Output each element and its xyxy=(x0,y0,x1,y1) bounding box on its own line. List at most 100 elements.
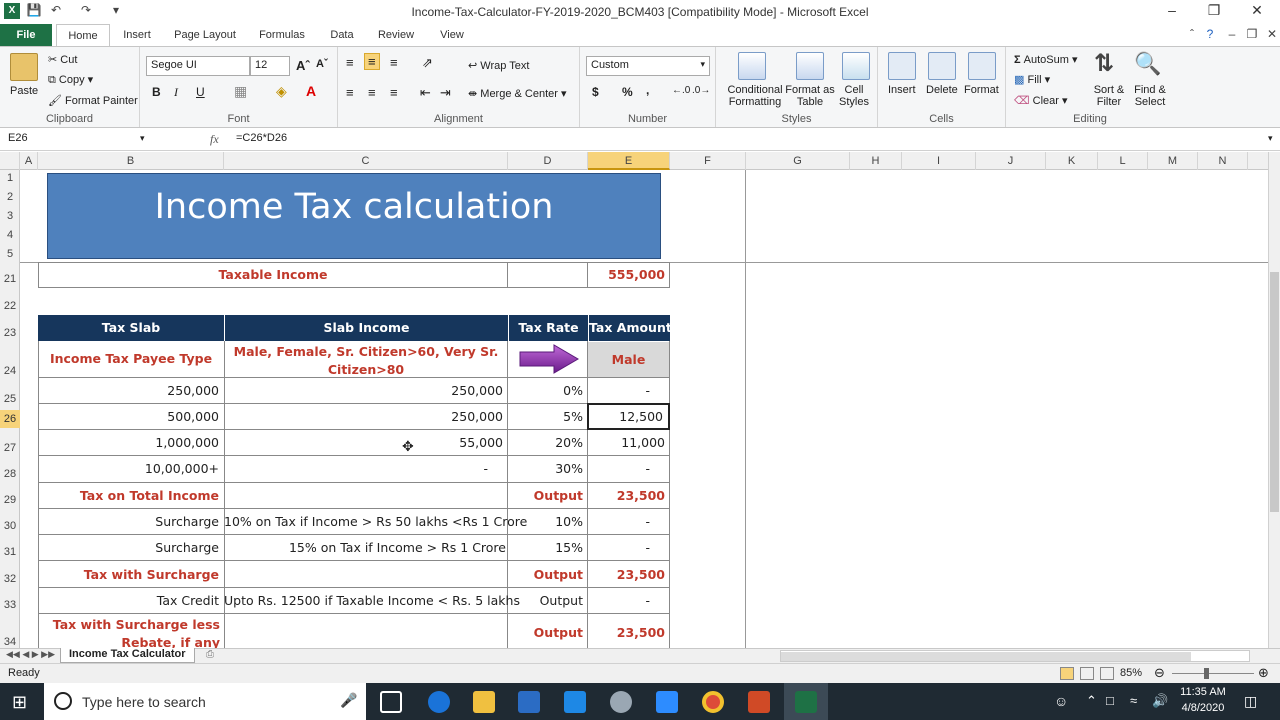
vertical-scrollbar[interactable] xyxy=(1268,152,1280,648)
task-view-icon[interactable] xyxy=(380,691,402,713)
italic-button[interactable]: I xyxy=(174,85,178,100)
zoom-app-icon[interactable] xyxy=(656,691,678,713)
align-left-icon[interactable]: ≡ xyxy=(346,85,354,100)
tab-view[interactable]: View xyxy=(430,24,474,46)
sort-filter-button[interactable]: Sort & Filter xyxy=(1086,84,1132,108)
increase-indent-icon[interactable]: ⇥ xyxy=(440,85,451,101)
font-size-select[interactable]: 12 xyxy=(250,56,290,76)
worksheet-grid[interactable]: 1 2 3 4 5 21 22 23 24 25 26 27 28 29 30 … xyxy=(0,170,1268,648)
tab-review[interactable]: Review xyxy=(372,24,420,46)
format-as-table-button[interactable]: Format as Table xyxy=(784,84,836,108)
orientation-icon[interactable]: ⇗ xyxy=(422,55,433,71)
row-header[interactable]: 34 xyxy=(0,636,20,648)
row-header[interactable]: 28 xyxy=(0,468,20,480)
clock-date[interactable]: 4/8/2020 xyxy=(1177,702,1229,714)
fill-color-icon[interactable]: ◈ xyxy=(276,83,287,100)
surcharge-rate[interactable]: 15% xyxy=(508,540,588,555)
column-header[interactable]: I xyxy=(902,152,976,170)
row-header[interactable]: 23 xyxy=(0,327,20,339)
format-button[interactable]: Format xyxy=(964,84,999,96)
total-tax-amount[interactable]: 23,500 xyxy=(588,488,670,503)
name-box[interactable]: E26 xyxy=(4,130,148,150)
store-icon[interactable] xyxy=(518,691,540,713)
row-header[interactable]: 30 xyxy=(0,520,20,532)
select-all-corner[interactable] xyxy=(0,152,20,170)
slab-cell[interactable]: 250,000 xyxy=(38,383,224,398)
page-break-view-icon[interactable] xyxy=(1100,667,1114,680)
row-header[interactable]: 32 xyxy=(0,573,20,585)
slab-rate-cell[interactable]: 30% xyxy=(508,461,588,476)
top-align-icon[interactable]: ≡ xyxy=(346,55,354,70)
row-header[interactable]: 33 xyxy=(0,599,20,611)
row-header[interactable]: 1 xyxy=(0,172,20,184)
row-header[interactable]: 22 xyxy=(0,300,20,312)
bottom-align-icon[interactable]: ≡ xyxy=(390,55,398,70)
row-header-selected[interactable]: 26 xyxy=(0,410,20,428)
delete-button[interactable]: Delete xyxy=(926,84,958,96)
excel-taskbar-active[interactable] xyxy=(784,683,828,720)
slab-rate-cell[interactable]: 5% xyxy=(508,409,588,424)
volume-icon[interactable]: 🔊 xyxy=(1152,693,1168,709)
wrap-text-button[interactable]: ↩ Wrap Text xyxy=(468,59,529,72)
column-header[interactable]: J xyxy=(976,152,1046,170)
file-explorer-icon[interactable] xyxy=(473,691,495,713)
decrease-decimal-icon[interactable]: .0→ xyxy=(692,85,710,96)
insert-button[interactable]: Insert xyxy=(888,84,916,96)
column-header[interactable]: B xyxy=(38,152,224,170)
clock-time[interactable]: 11:35 AM xyxy=(1177,686,1229,698)
zoom-slider[interactable] xyxy=(1172,673,1254,674)
taxable-income-value[interactable]: 555,000 xyxy=(588,267,670,282)
tab-home[interactable]: Home xyxy=(56,24,110,46)
zoom-out-icon[interactable]: ⊖ xyxy=(1154,665,1165,681)
slab-amount-cell[interactable]: - xyxy=(588,461,670,476)
percent-button[interactable]: % xyxy=(622,85,633,99)
slab-income-cell[interactable]: - xyxy=(224,461,508,476)
window-restore-icon[interactable]: ❐ xyxy=(1244,27,1260,43)
conditional-formatting-button[interactable]: Conditional Formatting xyxy=(720,84,790,108)
cell-styles-button[interactable]: Cell Styles xyxy=(836,84,872,108)
slab-amount-cell[interactable]: - xyxy=(588,383,670,398)
font-color-icon[interactable]: A xyxy=(306,83,316,99)
restore-button[interactable]: ❐ xyxy=(1199,2,1229,22)
minimize-button[interactable]: – xyxy=(1157,2,1187,22)
column-header[interactable]: D xyxy=(508,152,588,170)
mail-icon[interactable] xyxy=(564,691,586,713)
column-header[interactable]: C xyxy=(224,152,508,170)
help-icon[interactable]: ? xyxy=(1202,27,1218,43)
wifi-icon[interactable]: ≈ xyxy=(1130,693,1137,708)
payee-type-value[interactable]: Male xyxy=(588,342,669,377)
column-header[interactable]: L xyxy=(1098,152,1148,170)
people-icon[interactable]: ☺ xyxy=(1054,693,1068,709)
column-header[interactable]: G xyxy=(746,152,850,170)
column-header[interactable]: K xyxy=(1046,152,1098,170)
tab-insert[interactable]: Insert xyxy=(114,24,160,46)
row-header[interactable]: 2 xyxy=(0,191,20,203)
shrink-font-icon[interactable]: Aˇ xyxy=(316,58,328,70)
row-header[interactable]: 5 xyxy=(0,248,20,260)
surcharge-amount[interactable]: - xyxy=(588,514,670,529)
row-header[interactable]: 29 xyxy=(0,494,20,506)
insert-sheet-icon[interactable]: ⎙ xyxy=(206,649,214,660)
window-minimize-icon[interactable]: – xyxy=(1224,27,1240,43)
taskbar-search-box[interactable]: Type here to search 🎤 xyxy=(44,683,366,720)
normal-view-icon[interactable] xyxy=(1060,667,1074,680)
minimize-ribbon-icon[interactable]: ˆ xyxy=(1184,27,1200,43)
grow-font-icon[interactable]: Aˆ xyxy=(296,58,310,73)
format-painter-button[interactable]: 🖌 Format Painter xyxy=(48,94,138,107)
row-header[interactable]: 27 xyxy=(0,442,20,454)
slab-income-cell[interactable]: 250,000 xyxy=(224,383,508,398)
align-right-icon[interactable]: ≡ xyxy=(390,85,398,100)
vertical-scroll-thumb[interactable] xyxy=(1270,272,1279,512)
row-header[interactable]: 4 xyxy=(0,229,20,241)
sheet-nav-arrows-icon[interactable]: ◀◀ ◀ ▶ ▶▶ xyxy=(6,649,55,660)
align-center-icon[interactable]: ≡ xyxy=(368,85,376,100)
row-header[interactable]: 31 xyxy=(0,546,20,558)
number-format-select[interactable]: Custom ▾ xyxy=(586,56,710,76)
surcharge-amount[interactable]: - xyxy=(588,540,670,555)
show-hidden-icons-icon[interactable]: ⌃ xyxy=(1086,693,1097,709)
microphone-icon[interactable]: 🎤 xyxy=(340,692,357,709)
copy-button[interactable]: ⧉ Copy ▾ xyxy=(48,73,93,87)
slab-income-cell[interactable]: 55,000 xyxy=(224,435,508,450)
zoom-in-icon[interactable]: ⊕ xyxy=(1258,665,1269,681)
slab-income-cell[interactable]: 250,000 xyxy=(224,409,508,424)
